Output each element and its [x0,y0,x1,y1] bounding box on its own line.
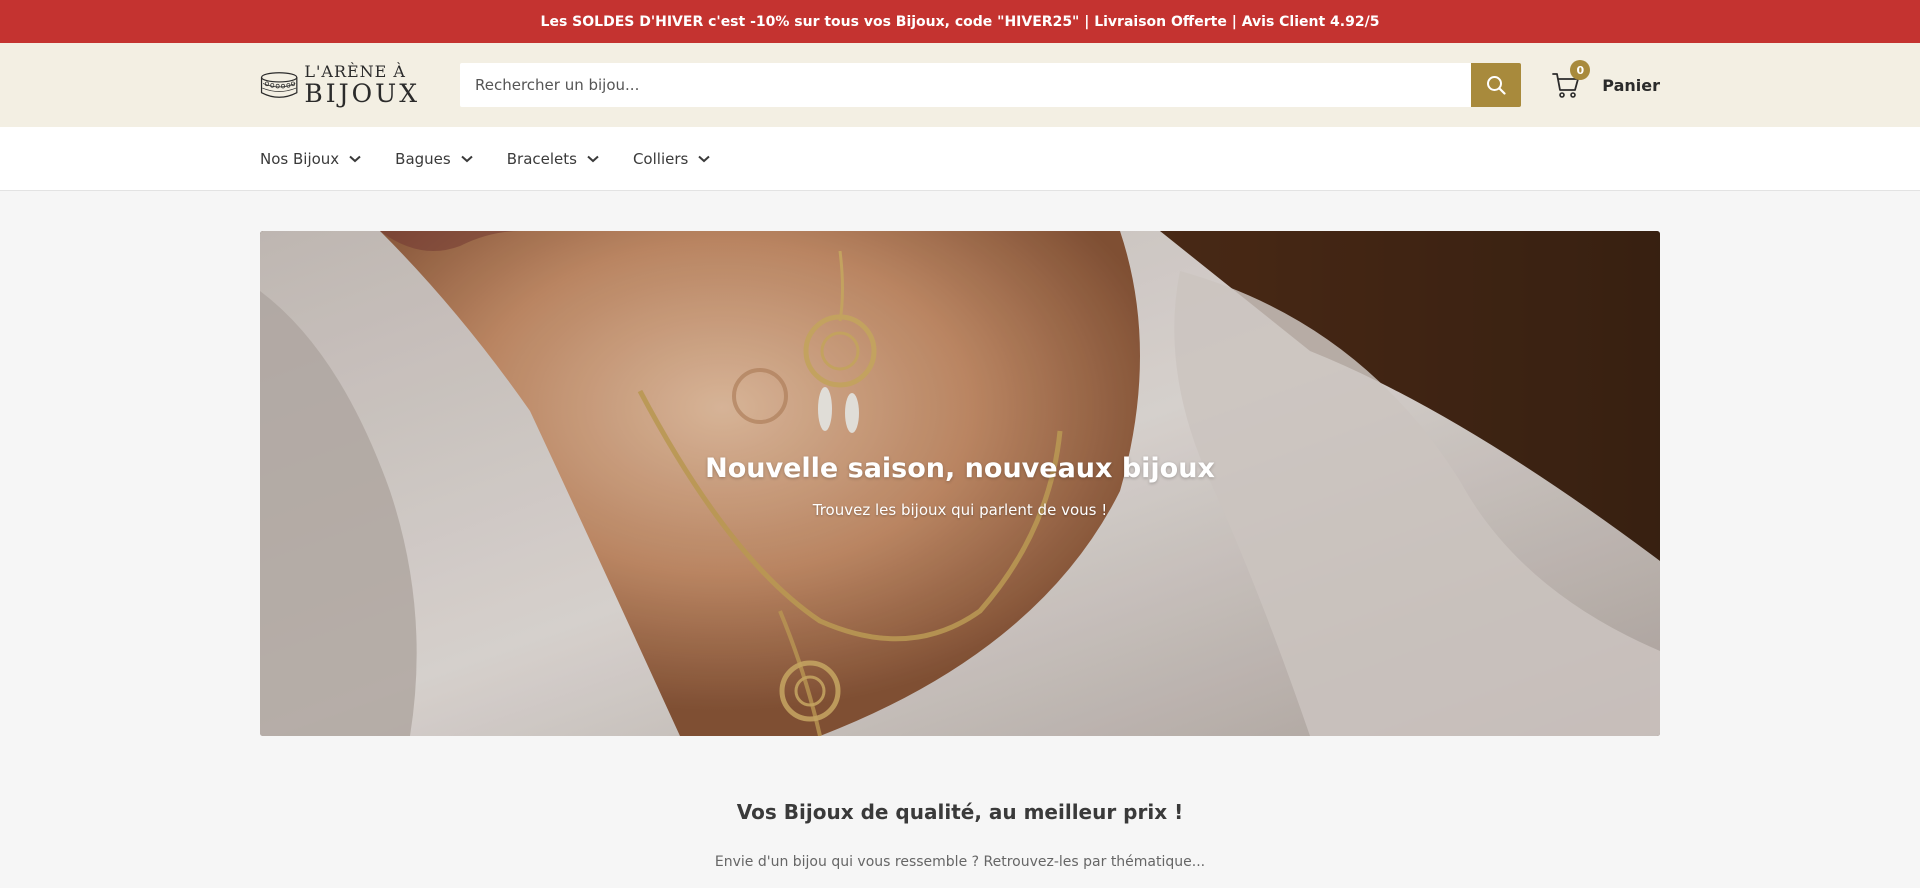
nav-item-label: Bracelets [506,149,577,168]
search-icon [1487,76,1506,95]
nav-item-label: Colliers [632,149,689,168]
nav-item-label: Nos Bijoux [260,149,340,168]
hero-subtitle: Trouvez les bijoux qui parlent de vous ! [812,501,1108,519]
colosseum-logo-icon [260,72,298,98]
search-button[interactable] [1471,63,1521,107]
search-input[interactable] [460,63,1471,107]
logo-line1: L'ARÈNE À [304,62,406,81]
chevron-down-icon [698,155,710,162]
cart-label: Panier [1602,75,1660,95]
hero-title: Nouvelle saison, nouveaux bijoux [705,453,1215,484]
cart-button[interactable]: 0 Panier [1552,60,1660,99]
site-logo[interactable]: L'ARÈNE À BIJOUX [260,64,420,106]
logo-line2: BIJOUX [304,79,420,108]
chevron-down-icon [461,155,473,162]
chevron-down-icon [349,155,361,162]
nav-item-nos-bijoux[interactable]: Nos Bijoux [260,150,361,168]
nav-item-label: Bagues [395,149,451,168]
announcement-text: Les SOLDES D'HIVER c'est -10% sur tous v… [540,13,1380,30]
hero-text: Nouvelle saison, nouveaux bijoux Trouvez… [260,453,1660,519]
nav-item-colliers[interactable]: Colliers [633,150,710,168]
nav-item-bracelets[interactable]: Bracelets [507,150,599,168]
hero-banner[interactable]: Nouvelle saison, nouveaux bijoux Trouvez… [260,231,1660,736]
announcement-bar: Les SOLDES D'HIVER c'est -10% sur tous v… [0,0,1920,43]
main-navigation: Nos Bijoux Bagues Bracelets Colliers [0,127,1920,191]
nav-item-bagues[interactable]: Bagues [395,150,473,168]
cart-count-badge: 0 [1570,60,1591,80]
site-header: L'ARÈNE À BIJOUX 0 Pani [0,43,1920,127]
search-bar [460,63,1521,107]
section-title: Vos Bijoux de qualité, au meilleur prix … [736,800,1184,824]
chevron-down-icon [587,155,599,162]
section-subtitle: Envie d'un bijou qui vous ressemble ? Re… [714,854,1206,870]
cart-icon: 0 [1552,60,1591,99]
